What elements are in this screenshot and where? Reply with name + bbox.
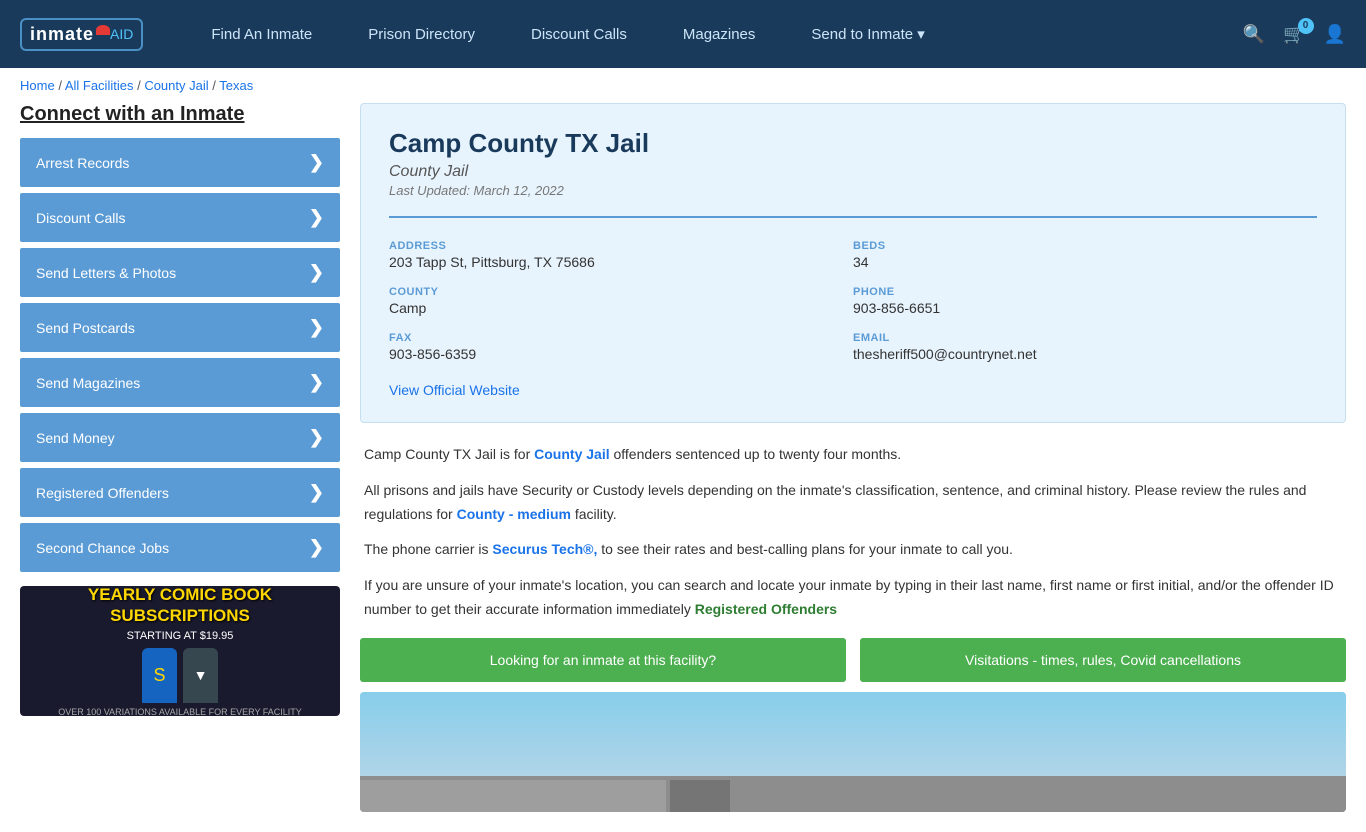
securus-tech-link[interactable]: Securus Tech®, bbox=[492, 541, 597, 557]
sidebar-send-letters[interactable]: Send Letters & Photos ❯ bbox=[20, 248, 340, 297]
address-label: ADDRESS bbox=[389, 240, 853, 252]
facility-updated: Last Updated: March 12, 2022 bbox=[389, 183, 1317, 198]
sidebar-discount-calls[interactable]: Discount Calls ❯ bbox=[20, 193, 340, 242]
arrow-icon: ❯ bbox=[309, 152, 324, 173]
description: Camp County TX Jail is for County Jail o… bbox=[360, 443, 1346, 622]
address-value: 203 Tapp St, Pittsburg, TX 75686 bbox=[389, 254, 853, 270]
nav-discount-calls[interactable]: Discount Calls bbox=[503, 0, 655, 68]
sidebar-send-postcards-label: Send Postcards bbox=[36, 320, 135, 336]
main-content: Camp County TX Jail County Jail Last Upd… bbox=[360, 103, 1346, 812]
logo-text: inmate bbox=[30, 24, 94, 45]
facility-name: Camp County TX Jail bbox=[389, 128, 1317, 159]
fax-value: 903-856-6359 bbox=[389, 346, 853, 362]
breadcrumb-county-jail[interactable]: County Jail bbox=[144, 78, 208, 93]
sidebar-send-magazines-label: Send Magazines bbox=[36, 375, 140, 391]
user-icon[interactable]: 👤 bbox=[1324, 24, 1346, 45]
fax-label: FAX bbox=[389, 332, 853, 344]
email-item: EMAIL thesheriff500@countrynet.net bbox=[853, 324, 1317, 370]
sidebar: Connect with an Inmate Arrest Records ❯ … bbox=[20, 103, 340, 812]
sidebar-send-money-label: Send Money bbox=[36, 430, 115, 446]
phone-item: PHONE 903-856-6651 bbox=[853, 278, 1317, 324]
sidebar-send-money[interactable]: Send Money ❯ bbox=[20, 413, 340, 462]
search-icon[interactable]: 🔍 bbox=[1243, 24, 1265, 45]
sidebar-second-chance-jobs-label: Second Chance Jobs bbox=[36, 540, 169, 556]
action-buttons: Looking for an inmate at this facility? … bbox=[360, 638, 1346, 682]
arrow-icon: ❯ bbox=[309, 262, 324, 283]
photo-sky bbox=[360, 692, 1346, 776]
visitations-button[interactable]: Visitations - times, rules, Covid cancel… bbox=[860, 638, 1346, 682]
facility-type: County Jail bbox=[389, 163, 1317, 181]
sidebar-registered-offenders[interactable]: Registered Offenders ❯ bbox=[20, 468, 340, 517]
nav-magazines[interactable]: Magazines bbox=[655, 0, 784, 68]
nav-links: Find An Inmate Prison Directory Discount… bbox=[183, 0, 1242, 68]
breadcrumb-state[interactable]: Texas bbox=[219, 78, 253, 93]
breadcrumb-home[interactable]: Home bbox=[20, 78, 55, 93]
county-label: COUNTY bbox=[389, 286, 853, 298]
sidebar-send-magazines[interactable]: Send Magazines ❯ bbox=[20, 358, 340, 407]
cart-button[interactable]: 🛒 0 bbox=[1283, 24, 1305, 45]
cart-badge: 0 bbox=[1298, 18, 1314, 34]
nav-find-inmate[interactable]: Find An Inmate bbox=[183, 0, 340, 68]
ad-title: YEARLY COMIC BOOKSUBSCRIPTIONS bbox=[58, 586, 302, 626]
facility-details: ADDRESS 203 Tapp St, Pittsburg, TX 75686… bbox=[389, 216, 1317, 370]
sidebar-send-postcards[interactable]: Send Postcards ❯ bbox=[20, 303, 340, 352]
beds-value: 34 bbox=[853, 254, 1317, 270]
logo-aid-text: AID bbox=[110, 26, 133, 42]
beds-item: BEDS 34 bbox=[853, 232, 1317, 278]
arrow-icon: ❯ bbox=[309, 372, 324, 393]
county-medium-link[interactable]: County - medium bbox=[457, 506, 571, 522]
ad-tagline: OVER 100 VARIATIONS AVAILABLE FOR EVERY … bbox=[58, 707, 302, 716]
arrow-icon: ❯ bbox=[309, 207, 324, 228]
sidebar-title: Connect with an Inmate bbox=[20, 103, 340, 126]
description-para3: The phone carrier is Securus Tech®, to s… bbox=[364, 538, 1342, 562]
logo[interactable]: inmate AID bbox=[20, 18, 143, 51]
description-para2: All prisons and jails have Security or C… bbox=[364, 479, 1342, 527]
beds-label: BEDS bbox=[853, 240, 1317, 252]
email-label: EMAIL bbox=[853, 332, 1317, 344]
arrow-icon: ❯ bbox=[309, 482, 324, 503]
fax-item: FAX 903-856-6359 bbox=[389, 324, 853, 370]
county-item: COUNTY Camp bbox=[389, 278, 853, 324]
photo-building bbox=[360, 776, 1346, 812]
official-website-link[interactable]: View Official Website bbox=[389, 382, 520, 398]
sidebar-send-letters-label: Send Letters & Photos bbox=[36, 265, 176, 281]
phone-label: PHONE bbox=[853, 286, 1317, 298]
address-item: ADDRESS 203 Tapp St, Pittsburg, TX 75686 bbox=[389, 232, 853, 278]
registered-offenders-link[interactable]: Registered Offenders bbox=[695, 601, 837, 617]
description-para1: Camp County TX Jail is for County Jail o… bbox=[364, 443, 1342, 467]
sidebar-second-chance-jobs[interactable]: Second Chance Jobs ❯ bbox=[20, 523, 340, 572]
ad-content: YEARLY COMIC BOOKSUBSCRIPTIONS STARTING … bbox=[48, 586, 312, 716]
facility-card: Camp County TX Jail County Jail Last Upd… bbox=[360, 103, 1346, 423]
facility-photo bbox=[360, 692, 1346, 812]
breadcrumb: Home / All Facilities / County Jail / Te… bbox=[0, 68, 1366, 103]
phone-value: 903-856-6651 bbox=[853, 300, 1317, 316]
sidebar-ad[interactable]: YEARLY COMIC BOOKSUBSCRIPTIONS STARTING … bbox=[20, 586, 340, 716]
description-para4: If you are unsure of your inmate's locat… bbox=[364, 574, 1342, 622]
sidebar-discount-calls-label: Discount Calls bbox=[36, 210, 125, 226]
logo-hat-icon bbox=[96, 25, 110, 35]
nav-send-to-inmate[interactable]: Send to Inmate ▾ bbox=[783, 0, 952, 68]
email-value: thesheriff500@countrynet.net bbox=[853, 346, 1317, 362]
ad-subtitle: STARTING AT $19.95 bbox=[58, 630, 302, 642]
navigation: inmate AID Find An Inmate Prison Directo… bbox=[0, 0, 1366, 68]
breadcrumb-all-facilities[interactable]: All Facilities bbox=[65, 78, 134, 93]
county-jail-link[interactable]: County Jail bbox=[534, 446, 609, 462]
sidebar-arrest-records-label: Arrest Records bbox=[36, 155, 129, 171]
sidebar-arrest-records[interactable]: Arrest Records ❯ bbox=[20, 138, 340, 187]
arrow-icon: ❯ bbox=[309, 427, 324, 448]
nav-prison-directory[interactable]: Prison Directory bbox=[340, 0, 503, 68]
sidebar-registered-offenders-label: Registered Offenders bbox=[36, 485, 169, 501]
nav-actions: 🔍 🛒 0 👤 bbox=[1243, 24, 1346, 45]
arrow-icon: ❯ bbox=[309, 537, 324, 558]
arrow-icon: ❯ bbox=[309, 317, 324, 338]
ad-figures: S ▼ bbox=[58, 648, 302, 703]
county-value: Camp bbox=[389, 300, 853, 316]
find-inmate-button[interactable]: Looking for an inmate at this facility? bbox=[360, 638, 846, 682]
page-layout: Connect with an Inmate Arrest Records ❯ … bbox=[0, 103, 1366, 832]
